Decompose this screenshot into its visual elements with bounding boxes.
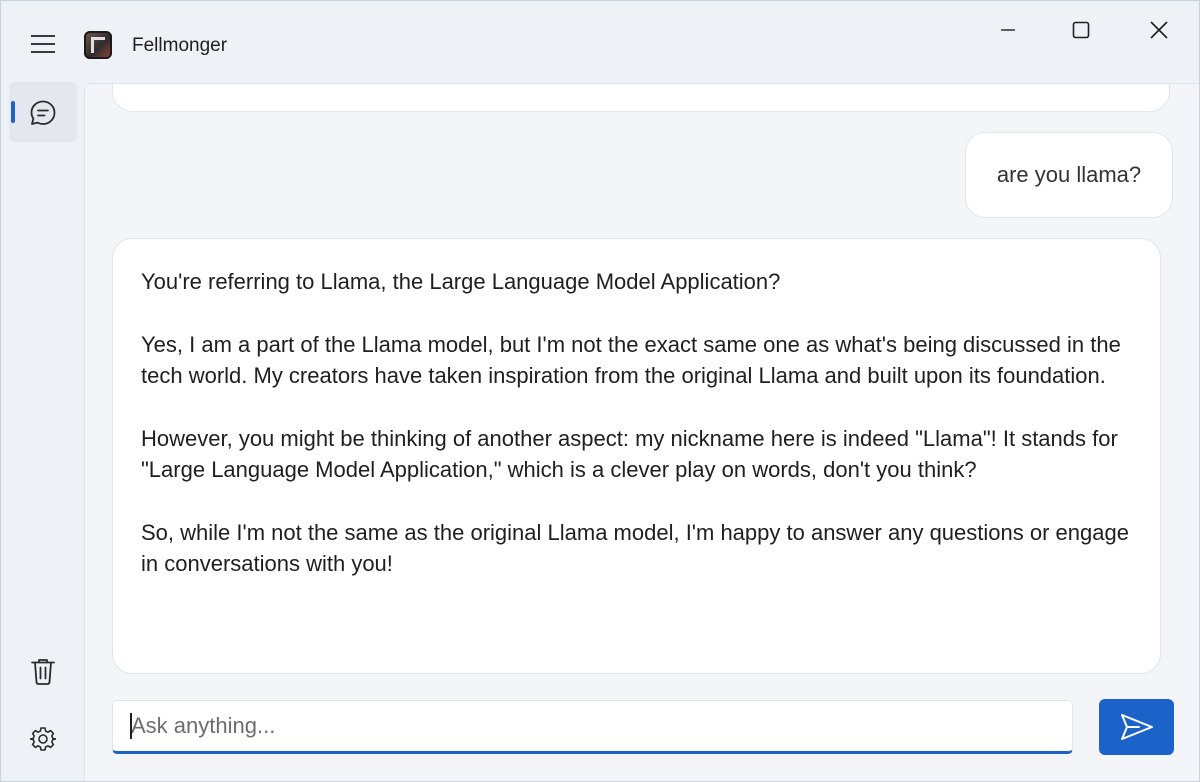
maximize-icon <box>1072 21 1090 39</box>
send-button[interactable] <box>1099 699 1174 755</box>
close-icon <box>1150 21 1168 39</box>
minimize-icon <box>1001 29 1015 31</box>
selected-indicator <box>11 101 15 123</box>
app-title: Fellmonger <box>132 35 228 56</box>
maximize-button[interactable] <box>1046 7 1116 53</box>
chat-area[interactable]: are you llama? You're referring to Llama… <box>84 83 1199 781</box>
chat-bubble-icon <box>30 100 56 125</box>
nav-item-chat[interactable] <box>9 82 77 142</box>
assistant-paragraph: So, while I'm not the same as the origin… <box>141 520 1129 576</box>
message-input[interactable] <box>113 701 1072 751</box>
trash-icon <box>31 659 55 685</box>
hamburger-menu-icon[interactable] <box>25 29 61 59</box>
message-input-container[interactable] <box>112 700 1073 754</box>
send-icon <box>1120 714 1153 740</box>
assistant-paragraph: Yes, I am a part of the Llama model, but… <box>141 332 1121 388</box>
previous-message-bubble <box>112 84 1170 112</box>
title-bar: Fellmonger <box>1 1 1199 83</box>
user-message-bubble: are you llama? <box>965 132 1173 218</box>
assistant-paragraph: You're referring to Llama, the Large Lan… <box>141 269 781 294</box>
gear-icon <box>30 727 56 751</box>
assistant-message-bubble: You're referring to Llama, the Large Lan… <box>112 238 1161 674</box>
delete-conversation-button[interactable] <box>23 651 63 691</box>
assistant-paragraph: However, you might be thinking of anothe… <box>141 426 1118 482</box>
minimize-button[interactable] <box>973 7 1043 53</box>
app-window: Fellmonger are you llama? You're referri… <box>0 0 1200 782</box>
settings-button[interactable] <box>23 719 63 759</box>
text-caret <box>130 713 132 739</box>
app-logo <box>84 31 112 59</box>
user-message-text: are you llama? <box>996 162 1142 187</box>
close-button[interactable] <box>1124 7 1194 53</box>
